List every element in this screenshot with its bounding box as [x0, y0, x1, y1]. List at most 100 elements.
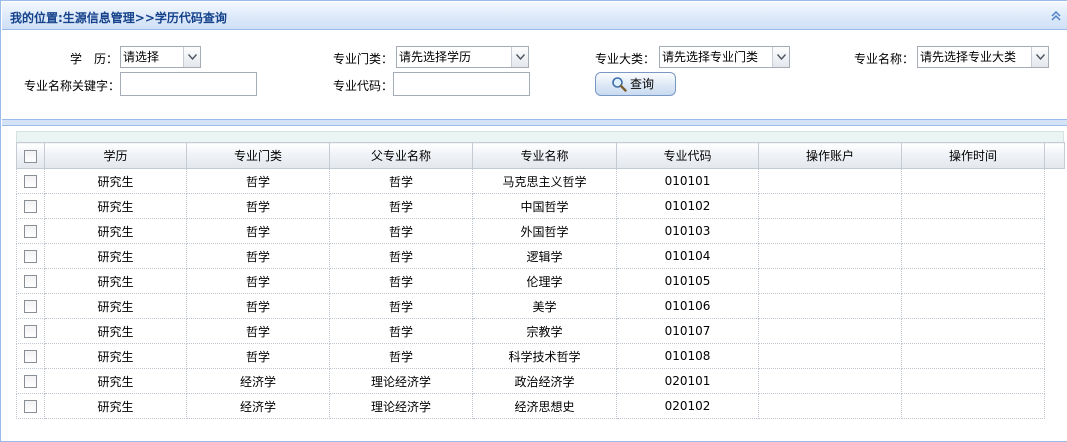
header-operation-time[interactable]: 操作时间: [901, 142, 1045, 169]
cell-operation-time: [901, 218, 1045, 244]
row-checkbox[interactable]: [24, 400, 37, 413]
row-checkbox[interactable]: [24, 200, 37, 213]
major-class-select[interactable]: 请先选择专业门类: [659, 46, 790, 68]
search-panel: 学 历： 请选择 专业门类： 请先选择学历 专业大类： 请先选择专业门类 专业名…: [2, 31, 1067, 119]
table-row[interactable]: 研究生 哲学 哲学 马克思主义哲学 010101: [16, 168, 1065, 194]
row-select-cell[interactable]: [16, 193, 45, 219]
collapse-up-icon[interactable]: [1050, 10, 1062, 22]
cell-major-code: 010107: [616, 318, 759, 344]
table-row[interactable]: 研究生 经济学 理论经济学 政治经济学 020101: [16, 368, 1065, 394]
cell-operation-time: [901, 243, 1045, 269]
select-all-checkbox[interactable]: [24, 149, 37, 163]
query-button[interactable]: 查询: [595, 72, 676, 96]
row-checkbox[interactable]: [24, 350, 37, 363]
cell-operation-time: [901, 293, 1045, 319]
cell-operator: [758, 293, 902, 319]
header-major-code[interactable]: 专业代码: [616, 142, 759, 169]
table-row[interactable]: 研究生 哲学 哲学 美学 010106: [16, 293, 1065, 319]
major-class-label: 专业大类：: [595, 52, 656, 66]
header-category[interactable]: 专业门类: [186, 142, 330, 169]
table-row[interactable]: 研究生 经济学 理论经济学 经济思想史 020102: [16, 393, 1065, 419]
cell-parent-major: 哲学: [329, 193, 473, 219]
row-select-cell[interactable]: [16, 368, 45, 394]
app-frame: 我的位置:生源信息管理>>学历代码查询 学 历： 请选择 专业门类： 请先选择学…: [0, 0, 1067, 442]
header-parent-major[interactable]: 父专业名称: [329, 142, 473, 169]
cell-category: 哲学: [186, 293, 330, 319]
cell-parent-major: 哲学: [329, 343, 473, 369]
chevron-down-icon[interactable]: [511, 47, 528, 67]
education-select-value: 请选择: [123, 50, 160, 64]
table-row[interactable]: 研究生 哲学 哲学 逻辑学 010104: [16, 243, 1065, 269]
cell-operator: [758, 218, 902, 244]
cell-education: 研究生: [44, 318, 187, 344]
cell-major-code: 010101: [616, 168, 759, 194]
row-select-cell[interactable]: [16, 393, 45, 419]
header-select-all[interactable]: [16, 142, 45, 169]
cell-filler: [1045, 244, 1065, 269]
cell-parent-major: 哲学: [329, 318, 473, 344]
cell-operation-time: [901, 318, 1045, 344]
cell-operation-time: [901, 393, 1045, 419]
major-class-select-value: 请先选择专业门类: [662, 50, 759, 64]
grid-header-row: 学历 专业门类 父专业名称 专业名称 专业代码 操作账户 操作时间: [16, 142, 1065, 169]
row-select-cell[interactable]: [16, 293, 45, 319]
cell-education: 研究生: [44, 368, 187, 394]
cell-category: 哲学: [186, 268, 330, 294]
row-checkbox[interactable]: [24, 325, 37, 338]
header-education[interactable]: 学历: [44, 142, 187, 169]
cell-operator: [758, 193, 902, 219]
grid-body: 研究生 哲学 哲学 马克思主义哲学 010101 研究生 哲学 哲学 中国哲学 010102 研究生…: [16, 168, 1065, 419]
chevron-down-icon[interactable]: [183, 47, 200, 67]
keyword-input[interactable]: [120, 72, 257, 96]
header-major-name[interactable]: 专业名称: [472, 142, 617, 169]
keyword-label: 专业名称关键字：: [24, 79, 121, 93]
category-label: 专业门类：: [333, 52, 394, 66]
header-filler: [1044, 142, 1065, 169]
row-select-cell[interactable]: [16, 243, 45, 269]
cell-parent-major: 哲学: [329, 243, 473, 269]
cell-parent-major: 理论经济学: [329, 393, 473, 419]
cell-filler: [1045, 344, 1065, 369]
chevron-down-icon[interactable]: [772, 47, 789, 67]
row-checkbox[interactable]: [24, 375, 37, 388]
title-bar: 我的位置:生源信息管理>>学历代码查询: [2, 2, 1067, 30]
cell-major-name: 马克思主义哲学: [472, 168, 617, 194]
header-operator[interactable]: 操作账户: [758, 142, 902, 169]
table-row[interactable]: 研究生 哲学 哲学 中国哲学 010102: [16, 193, 1065, 219]
cell-education: 研究生: [44, 168, 187, 194]
table-row[interactable]: 研究生 哲学 哲学 外国哲学 010103: [16, 218, 1065, 244]
cell-operation-time: [901, 268, 1045, 294]
cell-category: 哲学: [186, 168, 330, 194]
row-select-cell[interactable]: [16, 268, 45, 294]
cell-parent-major: 理论经济学: [329, 368, 473, 394]
cell-operator: [758, 168, 902, 194]
table-row[interactable]: 研究生 哲学 哲学 伦理学 010105: [16, 268, 1065, 294]
cell-major-name: 科学技术哲学: [472, 343, 617, 369]
row-select-cell[interactable]: [16, 218, 45, 244]
row-select-cell[interactable]: [16, 343, 45, 369]
cell-major-code: 010102: [616, 193, 759, 219]
row-checkbox[interactable]: [24, 225, 37, 238]
education-select[interactable]: 请选择: [120, 46, 201, 68]
cell-major-code: 010106: [616, 293, 759, 319]
cell-filler: [1045, 294, 1065, 319]
cell-major-code: 010105: [616, 268, 759, 294]
table-row[interactable]: 研究生 哲学 哲学 宗教学 010107: [16, 318, 1065, 344]
cell-major-code: 020101: [616, 368, 759, 394]
row-checkbox[interactable]: [24, 250, 37, 263]
row-checkbox[interactable]: [24, 300, 37, 313]
row-checkbox[interactable]: [24, 175, 37, 188]
row-checkbox[interactable]: [24, 275, 37, 288]
cell-filler: [1045, 394, 1065, 419]
chevron-down-icon[interactable]: [1031, 47, 1048, 67]
row-select-cell[interactable]: [16, 318, 45, 344]
category-select[interactable]: 请先选择学历: [396, 46, 529, 68]
cell-filler: [1045, 169, 1065, 194]
table-row[interactable]: 研究生 哲学 哲学 科学技术哲学 010108: [16, 343, 1065, 369]
major-name-select[interactable]: 请先选择专业大类: [917, 46, 1049, 68]
cell-major-name: 经济思想史: [472, 393, 617, 419]
cell-major-name: 外国哲学: [472, 218, 617, 244]
row-select-cell[interactable]: [16, 168, 45, 194]
code-input[interactable]: [393, 72, 530, 96]
cell-education: 研究生: [44, 243, 187, 269]
